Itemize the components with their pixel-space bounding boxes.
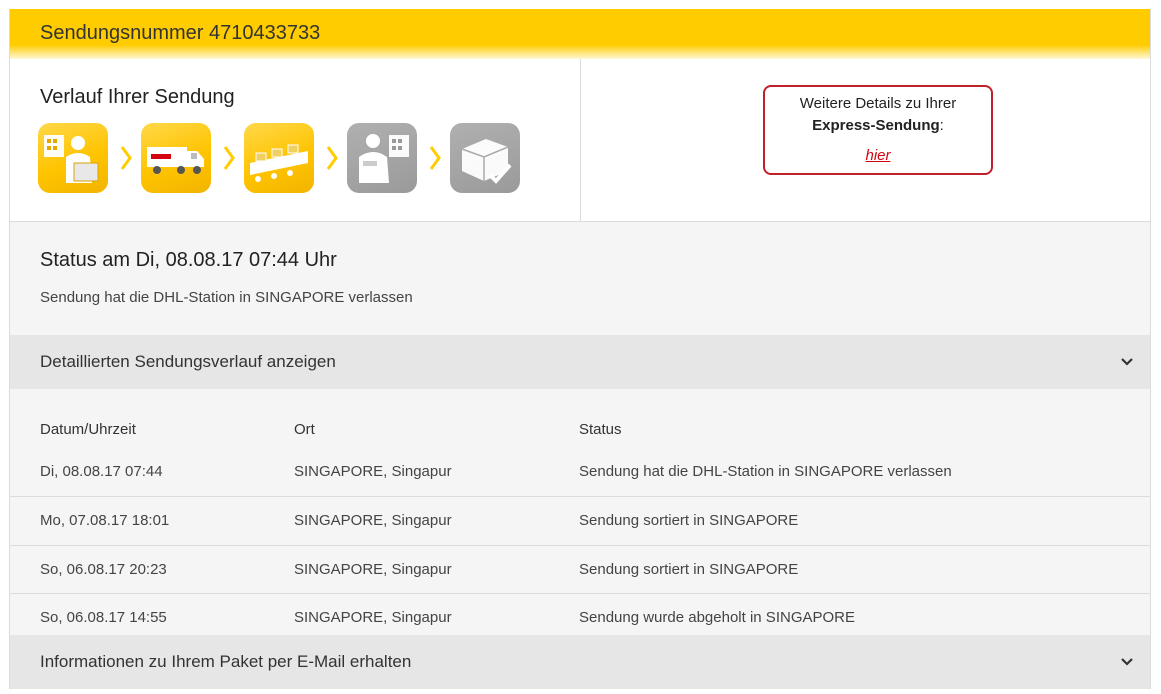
status-section: Status am Di, 08.08.17 07:44 Uhr Sendung…	[10, 222, 1150, 335]
chevron-down-icon	[1121, 358, 1133, 366]
row-date: So, 06.08.17 14:55	[40, 609, 167, 626]
express-label: Express-Sendung	[812, 117, 940, 134]
row-status: Sendung wurde abgeholt in SINGAPORE	[579, 609, 855, 626]
express-details-box: Weitere Details zu Ihrer Express-Sendung…	[763, 85, 993, 175]
shipment-number-title: Sendungsnummer 4710433733	[40, 22, 321, 44]
step-arrow-icon	[326, 146, 338, 170]
tracking-header: Sendungsnummer 4710433733	[10, 9, 1150, 59]
status-text: Sendung hat die DHL-Station in SINGAPORE…	[40, 289, 413, 306]
table-row: Mo, 07.08.17 18:01 SINGAPORE, Singapur S…	[10, 496, 1150, 545]
row-location: SINGAPORE, Singapur	[294, 463, 452, 480]
table-row: Di, 08.08.17 07:44 SINGAPORE, Singapur S…	[10, 449, 1150, 497]
express-colon: :	[939, 117, 944, 134]
delivery-courier-icon	[347, 123, 417, 193]
row-date: Mo, 07.08.17 18:01	[40, 512, 170, 529]
chevron-down-icon	[1121, 658, 1133, 666]
pickup-courier-icon	[38, 123, 108, 193]
progress-section: Verlauf Ihrer Sendung	[10, 59, 581, 222]
status-title: Status am Di, 08.08.17 07:44 Uhr	[40, 249, 337, 271]
column-header-date: Datum/Uhrzeit	[40, 421, 136, 438]
details-section: Weitere Details zu Ihrer Express-Sendung…	[581, 59, 1150, 222]
step-arrow-icon	[429, 146, 441, 170]
email-toggle-label: Informationen zu Ihrem Paket per E-Mail …	[40, 652, 412, 671]
tracking-panel: Sendungsnummer 4710433733 Verlauf Ihrer …	[9, 9, 1151, 689]
column-header-location: Ort	[294, 421, 315, 438]
details-line: Weitere Details zu Ihrer	[799, 95, 957, 112]
details-link[interactable]: hier	[765, 147, 991, 164]
row-location: SINGAPORE, Singapur	[294, 512, 452, 529]
progress-title: Verlauf Ihrer Sendung	[40, 86, 235, 108]
history-toggle[interactable]: Detaillierten Sendungsverlauf anzeigen	[10, 335, 1150, 389]
details-express-line: Express-Sendung:	[765, 115, 991, 137]
step-arrow-icon	[223, 146, 235, 170]
row-status: Sendung sortiert in SINGAPORE	[579, 512, 799, 529]
step-arrow-icon	[120, 146, 132, 170]
table-row: So, 06.08.17 20:23 SINGAPORE, Singapur S…	[10, 545, 1150, 594]
row-date: So, 06.08.17 20:23	[40, 561, 167, 578]
email-toggle[interactable]: Informationen zu Ihrem Paket per E-Mail …	[10, 635, 1150, 689]
dhl-truck-icon	[141, 123, 211, 193]
sorting-conveyor-icon	[244, 123, 314, 193]
history-table: Datum/Uhrzeit Ort Status Di, 08.08.17 07…	[10, 389, 1150, 635]
history-toggle-label: Detaillierten Sendungsverlauf anzeigen	[40, 352, 336, 371]
row-status: Sendung hat die DHL-Station in SINGAPORE…	[579, 463, 952, 480]
row-location: SINGAPORE, Singapur	[294, 561, 452, 578]
delivered-package-icon	[450, 123, 520, 193]
column-header-status: Status	[579, 421, 622, 438]
row-location: SINGAPORE, Singapur	[294, 609, 452, 626]
row-status: Sendung sortiert in SINGAPORE	[579, 561, 799, 578]
row-date: Di, 08.08.17 07:44	[40, 463, 163, 480]
